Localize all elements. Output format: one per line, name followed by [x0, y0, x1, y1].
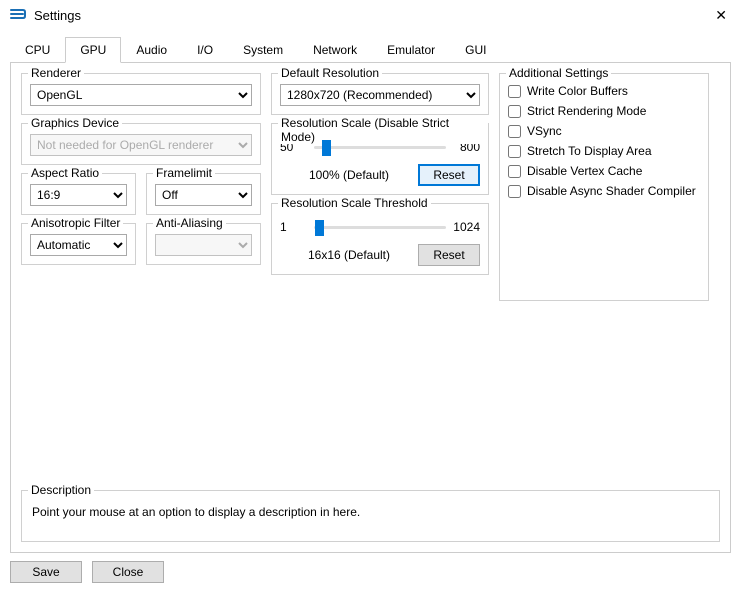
anti-aliasing-label: Anti-Aliasing	[153, 216, 226, 230]
checkbox-write-color-buffers[interactable]: Write Color Buffers	[508, 84, 700, 98]
framelimit-label: Framelimit	[153, 166, 215, 180]
checkbox-disable-async-shader-compiler[interactable]: Disable Async Shader Compiler	[508, 184, 700, 198]
group-graphics-device: Graphics Device Not needed for OpenGL re…	[21, 123, 261, 165]
group-anti-aliasing: Anti-Aliasing	[146, 223, 261, 265]
tab-gpu[interactable]: GPU	[65, 37, 121, 63]
graphics-device-label: Graphics Device	[28, 116, 122, 130]
default-resolution-select[interactable]: 1280x720 (Recommended)	[280, 84, 480, 106]
tab-cpu[interactable]: CPU	[10, 37, 65, 63]
titlebar: Settings ✕	[0, 0, 741, 30]
group-description: Description Point your mouse at an optio…	[21, 490, 720, 542]
resolution-threshold-min: 1	[280, 220, 308, 234]
checkbox-label: VSync	[527, 124, 562, 138]
resolution-scale-slider[interactable]	[314, 138, 446, 156]
checkbox-label: Disable Async Shader Compiler	[527, 184, 696, 198]
group-framelimit: Framelimit Off	[146, 173, 261, 215]
group-default-resolution: Default Resolution 1280x720 (Recommended…	[271, 73, 489, 115]
resolution-threshold-status: 16x16 (Default)	[280, 248, 418, 262]
group-additional-settings: Additional Settings Write Color Buffers …	[499, 73, 709, 301]
tab-panel-gpu: Renderer OpenGL Graphics Device Not need…	[10, 63, 731, 553]
resolution-threshold-reset-button[interactable]: Reset	[418, 244, 480, 266]
description-text: Point your mouse at an option to display…	[32, 505, 709, 519]
resolution-scale-threshold-label: Resolution Scale Threshold	[278, 196, 431, 210]
additional-settings-label: Additional Settings	[506, 66, 611, 80]
checkbox-input[interactable]	[508, 165, 521, 178]
close-icon[interactable]: ✕	[711, 3, 731, 28]
group-aspect-ratio: Aspect Ratio 16:9	[21, 173, 136, 215]
tab-io[interactable]: I/O	[182, 37, 228, 63]
aspect-ratio-label: Aspect Ratio	[28, 166, 102, 180]
anisotropic-filter-label: Anisotropic Filter	[28, 216, 123, 230]
graphics-device-select: Not needed for OpenGL renderer	[30, 134, 252, 156]
aspect-ratio-select[interactable]: 16:9	[30, 184, 127, 206]
checkbox-input[interactable]	[508, 185, 521, 198]
checkbox-label: Write Color Buffers	[527, 84, 628, 98]
tab-emulator[interactable]: Emulator	[372, 37, 450, 63]
default-resolution-label: Default Resolution	[278, 66, 382, 80]
tab-audio[interactable]: Audio	[121, 37, 182, 63]
checkbox-label: Strict Rendering Mode	[527, 104, 646, 118]
tab-gui[interactable]: GUI	[450, 37, 501, 63]
checkbox-vsync[interactable]: VSync	[508, 124, 700, 138]
renderer-select[interactable]: OpenGL	[30, 84, 252, 106]
tab-system[interactable]: System	[228, 37, 298, 63]
framelimit-select[interactable]: Off	[155, 184, 252, 206]
anisotropic-filter-select[interactable]: Automatic	[30, 234, 127, 256]
checkbox-stretch-to-display-area[interactable]: Stretch To Display Area	[508, 144, 700, 158]
checkbox-input[interactable]	[508, 105, 521, 118]
checkbox-label: Stretch To Display Area	[527, 144, 652, 158]
tab-network[interactable]: Network	[298, 37, 372, 63]
checkbox-input[interactable]	[508, 85, 521, 98]
checkbox-input[interactable]	[508, 125, 521, 138]
tab-bar: CPU GPU Audio I/O System Network Emulato…	[10, 36, 731, 63]
checkbox-label: Disable Vertex Cache	[527, 164, 642, 178]
resolution-threshold-slider[interactable]	[314, 218, 446, 236]
close-button[interactable]: Close	[92, 561, 164, 583]
description-label: Description	[28, 483, 94, 497]
resolution-threshold-max: 1024	[452, 220, 480, 234]
group-resolution-scale: Resolution Scale (Disable Strict Mode) 5…	[271, 123, 489, 195]
group-renderer: Renderer OpenGL	[21, 73, 261, 115]
window-title: Settings	[34, 8, 81, 23]
renderer-label: Renderer	[28, 66, 84, 80]
checkbox-disable-vertex-cache[interactable]: Disable Vertex Cache	[508, 164, 700, 178]
group-anisotropic-filter: Anisotropic Filter Automatic	[21, 223, 136, 265]
footer: Save Close	[0, 553, 741, 591]
checkbox-input[interactable]	[508, 145, 521, 158]
checkbox-strict-rendering-mode[interactable]: Strict Rendering Mode	[508, 104, 700, 118]
app-logo-icon	[10, 8, 26, 23]
anti-aliasing-select	[155, 234, 252, 256]
group-resolution-scale-threshold: Resolution Scale Threshold 1 1024 16x16 …	[271, 203, 489, 275]
resolution-scale-reset-button[interactable]: Reset	[418, 164, 480, 186]
resolution-scale-status: 100% (Default)	[280, 168, 418, 182]
save-button[interactable]: Save	[10, 561, 82, 583]
